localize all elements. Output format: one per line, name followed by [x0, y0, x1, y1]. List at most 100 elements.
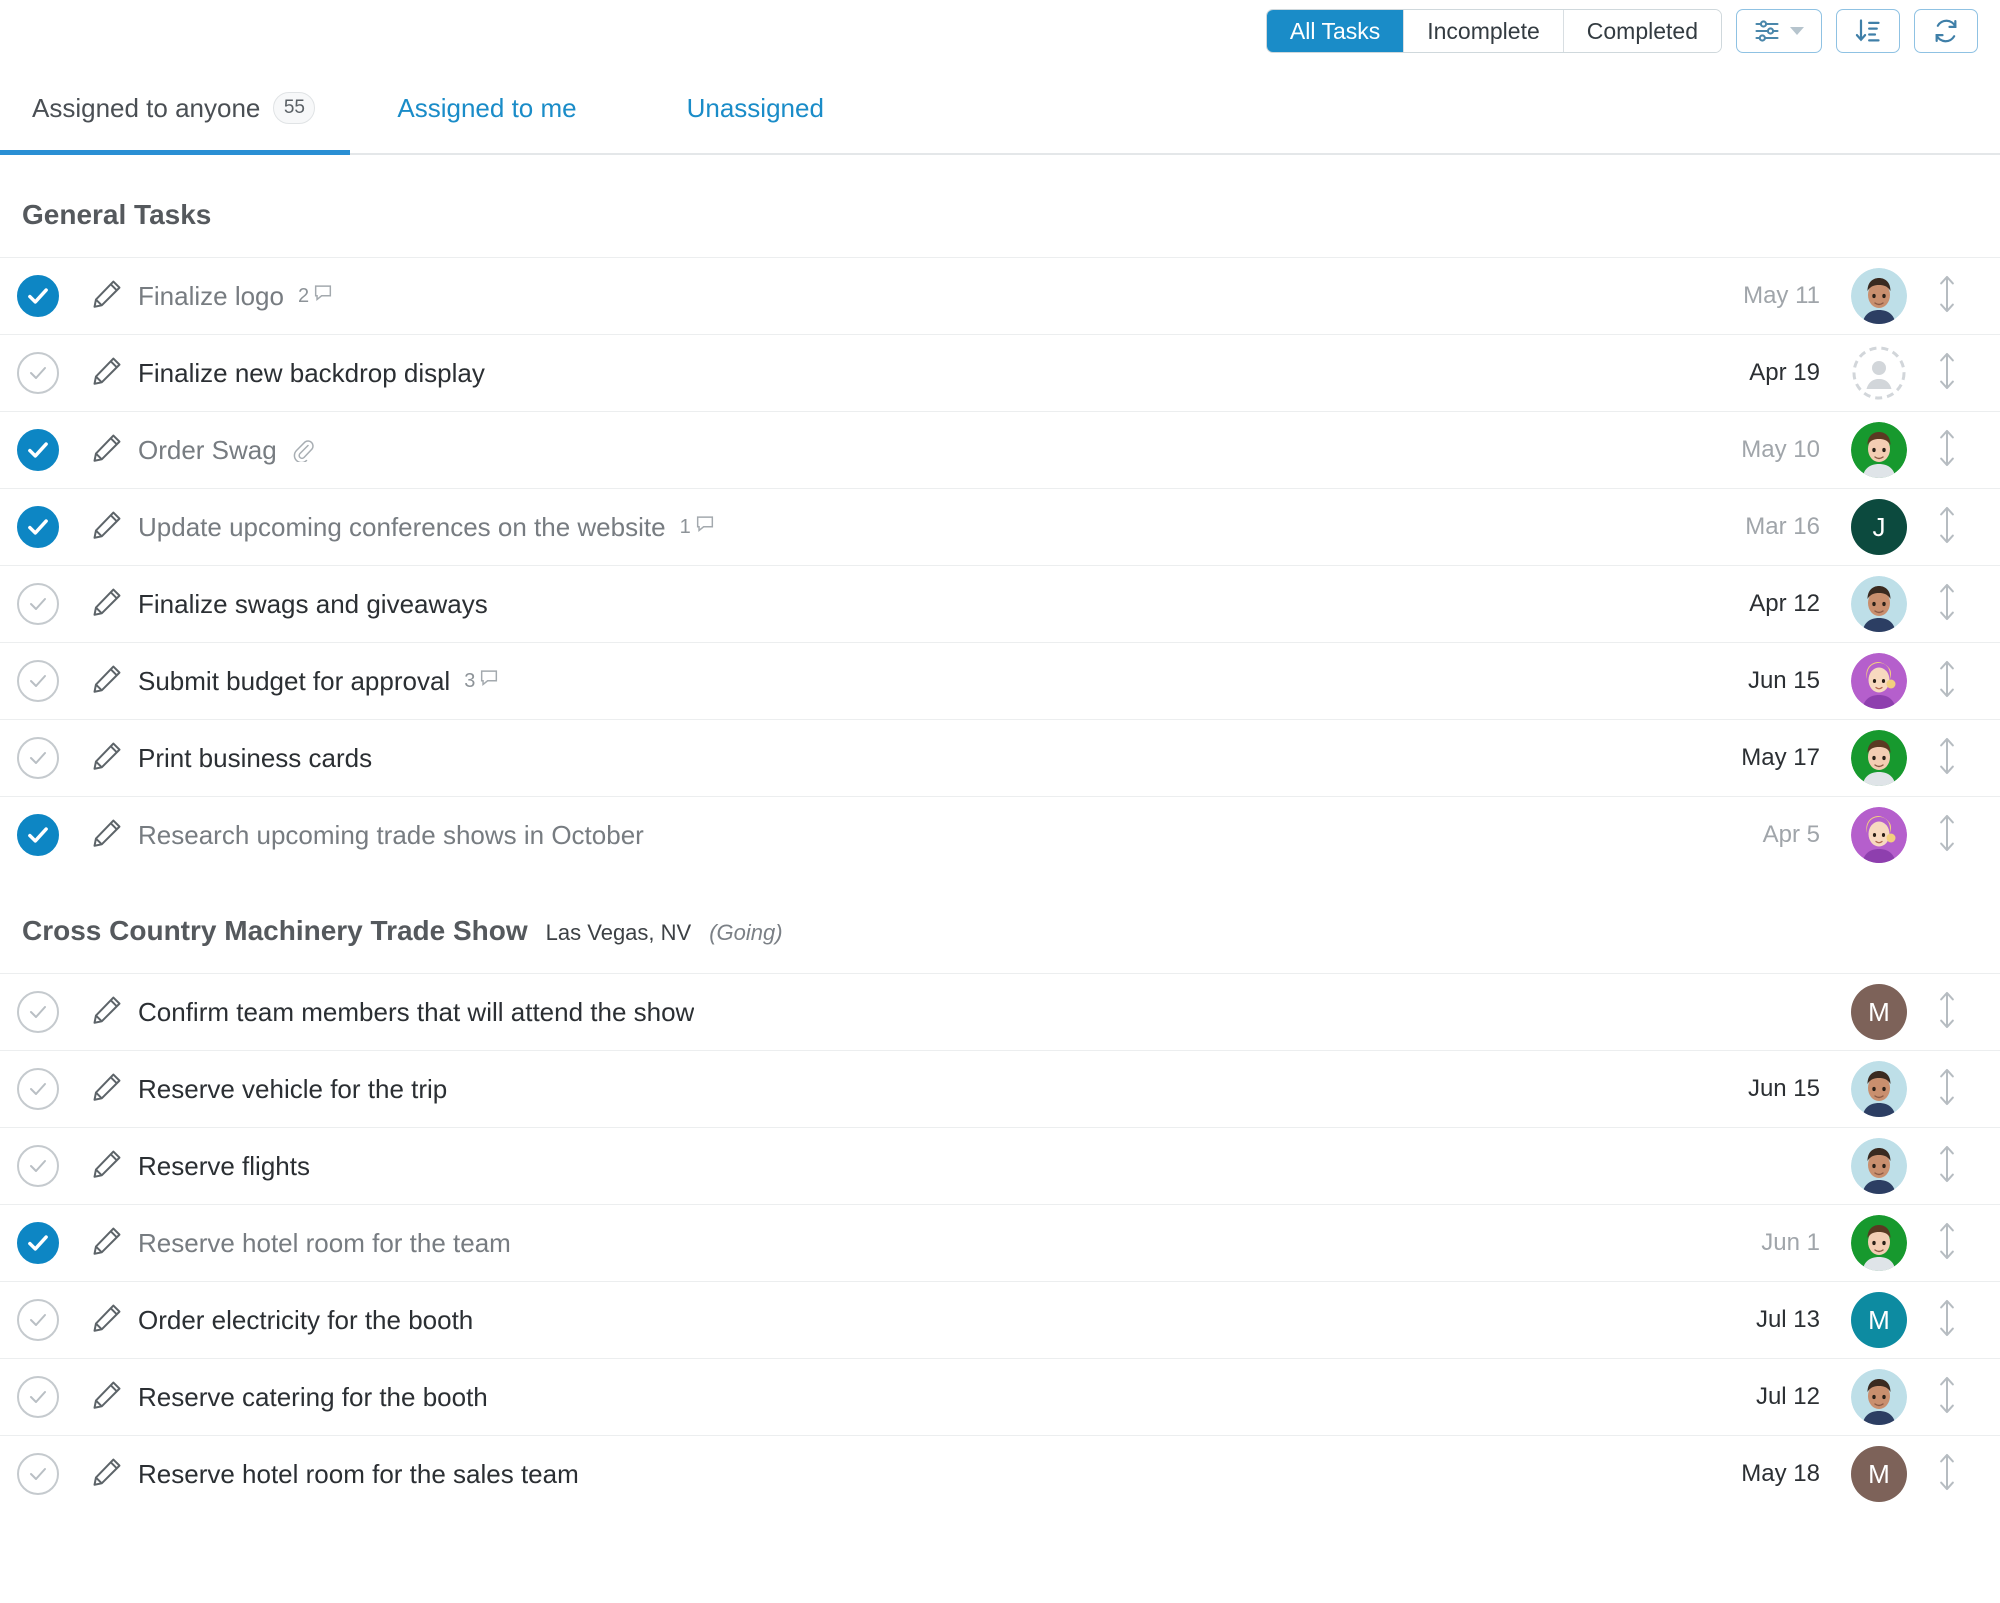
avatar-photo-female-purple[interactable]: [1851, 653, 1907, 709]
tab-assigned-to-anyone[interactable]: Assigned to anyone55: [22, 63, 325, 153]
edit-pencil-icon[interactable]: [90, 816, 124, 855]
task-title[interactable]: Reserve catering for the booth: [138, 1382, 488, 1413]
task-filter-segmented-control[interactable]: All TasksIncompleteCompleted: [1266, 9, 1722, 53]
reorder-drag-handle-icon[interactable]: [1934, 736, 1960, 781]
avatar-initial[interactable]: J: [1851, 499, 1907, 555]
reorder-drag-handle-icon[interactable]: [1934, 1452, 1960, 1497]
task-checkbox-unchecked[interactable]: [17, 1299, 59, 1341]
task-checkbox-checked[interactable]: [17, 429, 59, 471]
task-title[interactable]: Update upcoming conferences on the websi…: [138, 512, 666, 543]
avatar-unassigned[interactable]: [1851, 345, 1907, 401]
reorder-drag-handle-icon[interactable]: [1934, 428, 1960, 473]
task-title[interactable]: Finalize swags and giveaways: [138, 589, 488, 620]
tab-assigned-to-me[interactable]: Assigned to me: [387, 63, 586, 153]
edit-pencil-icon[interactable]: [90, 662, 124, 701]
segment-completed[interactable]: Completed: [1564, 10, 1721, 52]
filter-button[interactable]: [1736, 9, 1822, 53]
task-row[interactable]: Finalize new backdrop displayApr 19: [0, 334, 2000, 411]
task-checkbox-unchecked[interactable]: [17, 352, 59, 394]
task-checkbox-unchecked[interactable]: [17, 1376, 59, 1418]
avatar-initial[interactable]: M: [1851, 1292, 1907, 1348]
reorder-drag-handle-icon[interactable]: [1934, 659, 1960, 704]
edit-pencil-icon[interactable]: [90, 431, 124, 470]
task-checkbox-unchecked[interactable]: [17, 991, 59, 1033]
tab-unassigned[interactable]: Unassigned: [677, 63, 834, 153]
avatar-photo-male-blue[interactable]: [1851, 576, 1907, 632]
task-row[interactable]: Reserve vehicle for the tripJun 15: [0, 1050, 2000, 1127]
segment-all-tasks[interactable]: All Tasks: [1267, 10, 1404, 52]
task-title[interactable]: Finalize logo: [138, 281, 284, 312]
reorder-drag-handle-icon[interactable]: [1934, 582, 1960, 627]
task-checkbox-unchecked[interactable]: [17, 660, 59, 702]
edit-pencil-icon[interactable]: [90, 1301, 124, 1340]
edit-pencil-icon[interactable]: [90, 1455, 124, 1494]
task-title[interactable]: Confirm team members that will attend th…: [138, 997, 694, 1028]
task-title[interactable]: Order Swag: [138, 435, 277, 466]
edit-pencil-icon[interactable]: [90, 1378, 124, 1417]
edit-pencil-icon[interactable]: [90, 1224, 124, 1263]
reorder-drag-handle-icon[interactable]: [1934, 1221, 1960, 1266]
task-row[interactable]: Print business cardsMay 17: [0, 719, 2000, 796]
task-row[interactable]: Update upcoming conferences on the websi…: [0, 488, 2000, 565]
task-row[interactable]: Research upcoming trade shows in October…: [0, 796, 2000, 873]
sort-button[interactable]: [1836, 9, 1900, 53]
task-row[interactable]: Confirm team members that will attend th…: [0, 973, 2000, 1050]
task-checkbox-checked[interactable]: [17, 275, 59, 317]
avatar-photo-male-blue[interactable]: [1851, 1369, 1907, 1425]
edit-pencil-icon[interactable]: [90, 354, 124, 393]
task-checkbox-checked[interactable]: [17, 1222, 59, 1264]
avatar-photo-female-purple[interactable]: [1851, 807, 1907, 863]
task-checkbox-checked[interactable]: [17, 506, 59, 548]
reorder-drag-handle-icon[interactable]: [1934, 505, 1960, 550]
task-title[interactable]: Research upcoming trade shows in October: [138, 820, 644, 851]
avatar-initial[interactable]: M: [1851, 1446, 1907, 1502]
reorder-drag-handle-icon[interactable]: [1934, 1375, 1960, 1420]
reorder-drag-handle-icon[interactable]: [1934, 813, 1960, 858]
task-row[interactable]: Reserve flights: [0, 1127, 2000, 1204]
task-title[interactable]: Submit budget for approval: [138, 666, 450, 697]
task-title[interactable]: Finalize new backdrop display: [138, 358, 485, 389]
edit-pencil-icon[interactable]: [90, 277, 124, 316]
reorder-drag-handle-icon[interactable]: [1934, 1067, 1960, 1112]
task-checkbox-checked[interactable]: [17, 814, 59, 856]
avatar-initial[interactable]: M: [1851, 984, 1907, 1040]
edit-pencil-icon[interactable]: [90, 508, 124, 547]
avatar-photo-male-blue[interactable]: [1851, 268, 1907, 324]
avatar-photo-male-green[interactable]: [1851, 422, 1907, 478]
task-title[interactable]: Reserve flights: [138, 1151, 310, 1182]
task-checkbox-unchecked[interactable]: [17, 737, 59, 779]
task-row[interactable]: Finalize logo2May 11: [0, 257, 2000, 334]
task-row[interactable]: Submit budget for approval3Jun 15: [0, 642, 2000, 719]
refresh-button[interactable]: [1914, 9, 1978, 53]
task-row[interactable]: Order SwagMay 10: [0, 411, 2000, 488]
task-row[interactable]: Finalize swags and giveawaysApr 12: [0, 565, 2000, 642]
task-row[interactable]: Reserve hotel room for the teamJun 1: [0, 1204, 2000, 1281]
task-checkbox-unchecked[interactable]: [17, 1453, 59, 1495]
task-title[interactable]: Reserve hotel room for the sales team: [138, 1459, 579, 1490]
reorder-drag-handle-icon[interactable]: [1934, 274, 1960, 319]
edit-pencil-icon[interactable]: [90, 739, 124, 778]
edit-pencil-icon[interactable]: [90, 1070, 124, 1109]
task-row[interactable]: Reserve catering for the boothJul 12: [0, 1358, 2000, 1435]
task-checkbox-unchecked[interactable]: [17, 1145, 59, 1187]
edit-pencil-icon[interactable]: [90, 993, 124, 1032]
reorder-drag-handle-icon[interactable]: [1934, 1144, 1960, 1189]
task-row[interactable]: Reserve hotel room for the sales teamMay…: [0, 1435, 2000, 1512]
avatar-photo-male-green[interactable]: [1851, 730, 1907, 786]
reorder-drag-handle-icon[interactable]: [1934, 351, 1960, 396]
avatar-photo-male-blue[interactable]: [1851, 1138, 1907, 1194]
task-checkbox-unchecked[interactable]: [17, 1068, 59, 1110]
task-title[interactable]: Order electricity for the booth: [138, 1305, 473, 1336]
task-title[interactable]: Reserve vehicle for the trip: [138, 1074, 447, 1105]
task-row[interactable]: Order electricity for the boothJul 13M: [0, 1281, 2000, 1358]
avatar-photo-male-blue[interactable]: [1851, 1061, 1907, 1117]
task-checkbox-unchecked[interactable]: [17, 583, 59, 625]
edit-pencil-icon[interactable]: [90, 1147, 124, 1186]
edit-pencil-icon[interactable]: [90, 585, 124, 624]
task-title[interactable]: Print business cards: [138, 743, 372, 774]
reorder-drag-handle-icon[interactable]: [1934, 1298, 1960, 1343]
reorder-drag-handle-icon[interactable]: [1934, 990, 1960, 1035]
avatar-photo-male-green[interactable]: [1851, 1215, 1907, 1271]
segment-incomplete[interactable]: Incomplete: [1404, 10, 1564, 52]
task-title[interactable]: Reserve hotel room for the team: [138, 1228, 511, 1259]
